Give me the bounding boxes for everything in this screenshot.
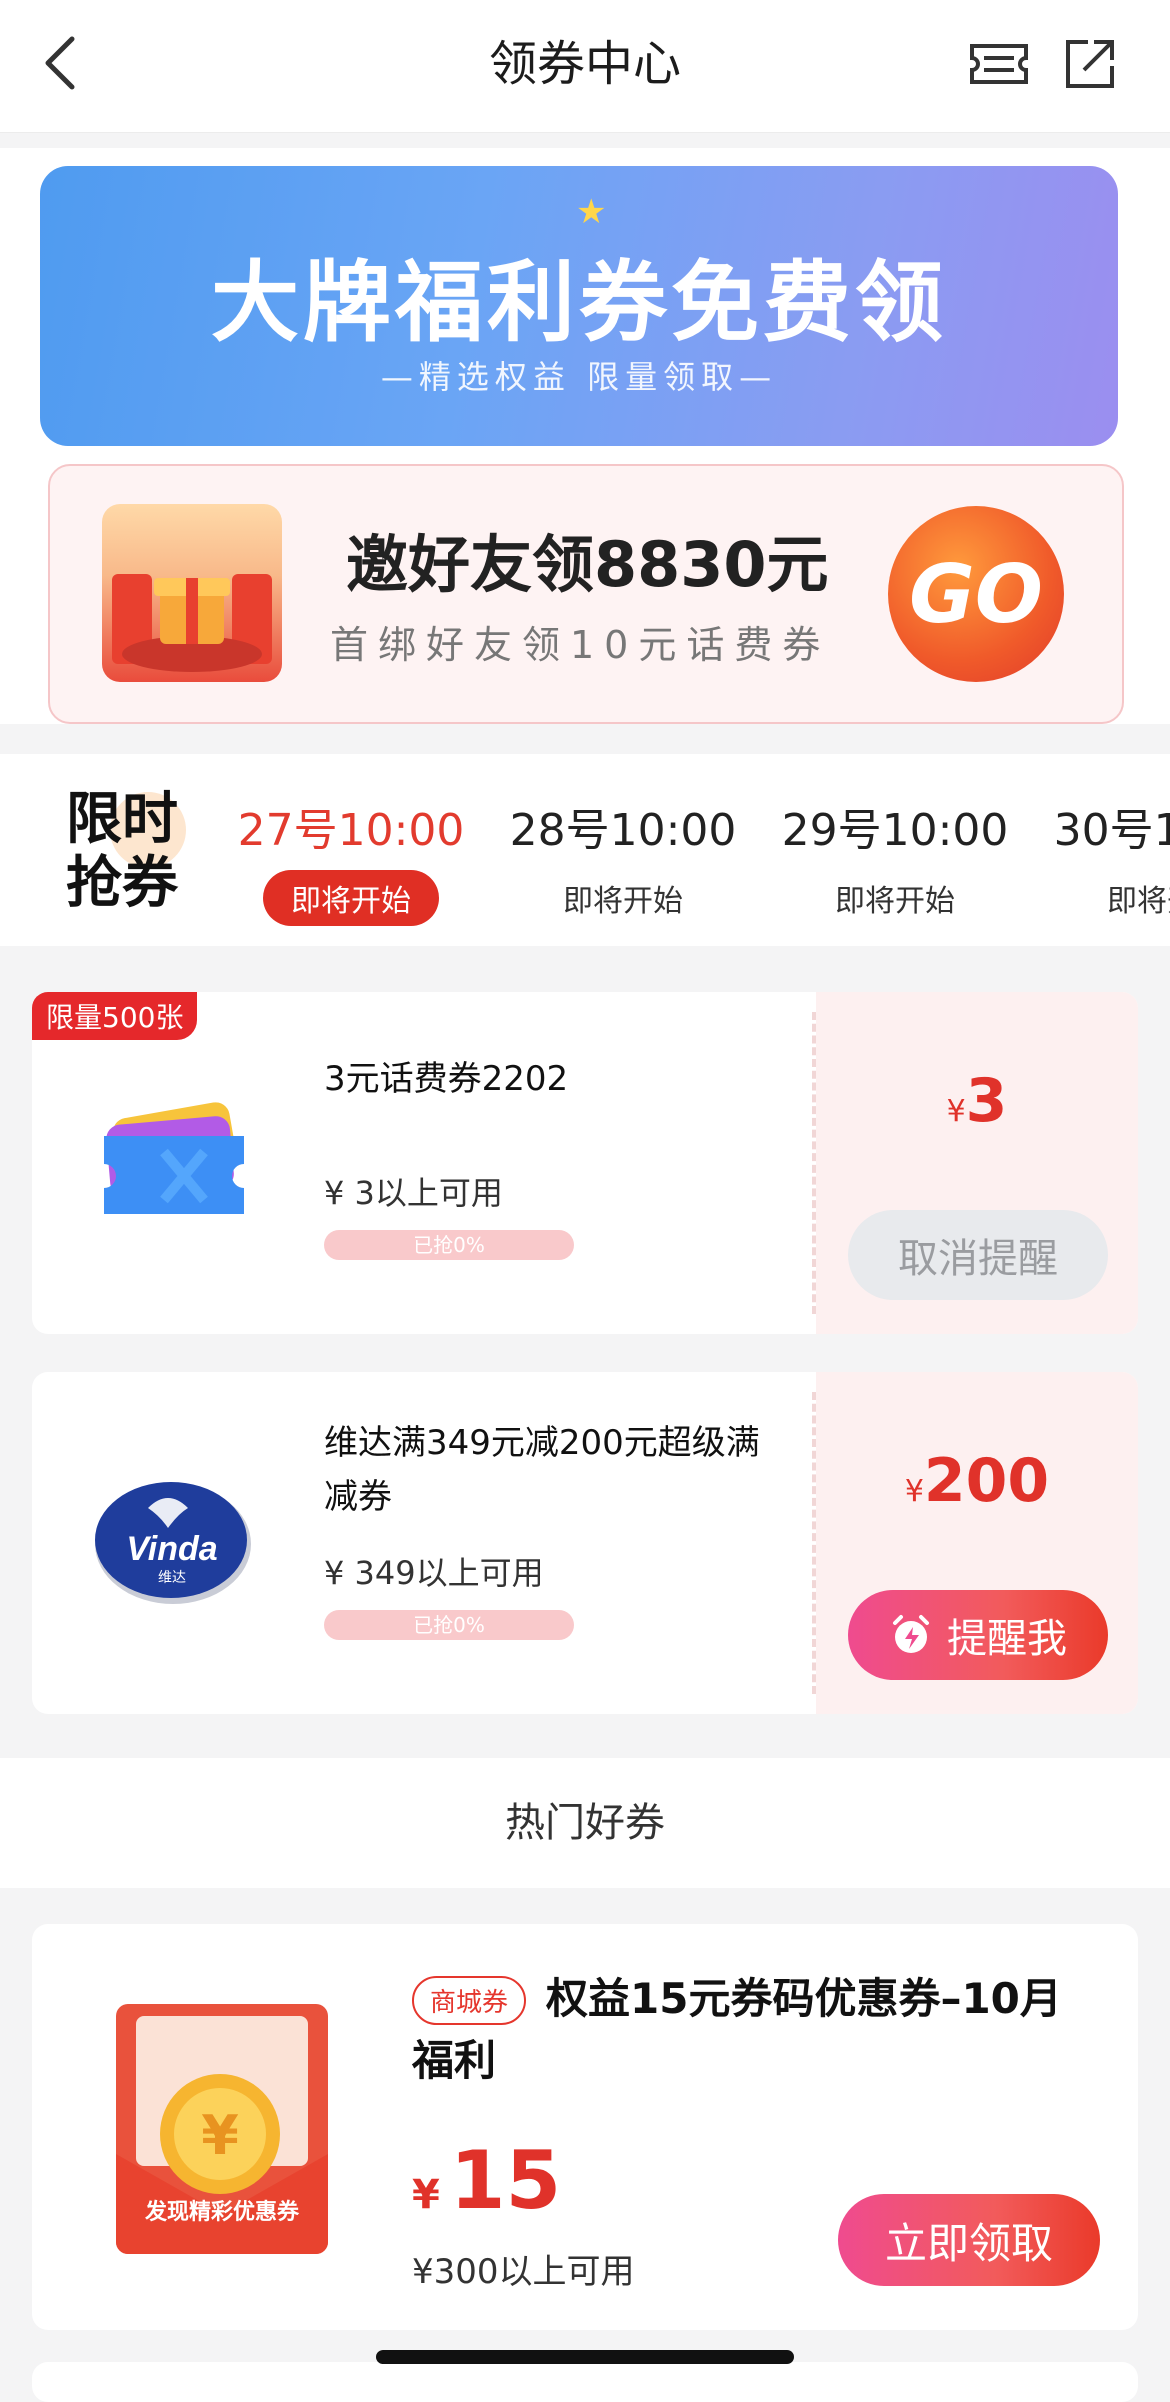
coupon-card: Vinda 维达 维达满349元减200元超级满减券 ¥ 349以上可用 已抢0…	[32, 1372, 1138, 1714]
limited-tag: 限量500张	[32, 992, 198, 1040]
promo-banner[interactable]: ★ 大牌福利券免费领 —精选权益 限量领取—	[40, 166, 1118, 446]
remind-me-label: 提醒我	[947, 1616, 1067, 1662]
slot-state: 即将开始	[563, 884, 683, 919]
time-slot-28[interactable]: 28号10:00 即将开始	[498, 794, 748, 926]
claimed-progress: 已抢0%	[324, 1230, 574, 1260]
vinda-logo-text: Vinda	[126, 1530, 217, 1568]
amount-value: 200	[923, 1446, 1050, 1516]
hot-section-title: 热门好券	[505, 1800, 665, 1846]
slot-time: 30号10:00	[1053, 805, 1170, 856]
coupon-name: 维达满349元减200元超级满减券	[324, 1423, 760, 1517]
currency-symbol: ¥	[946, 1094, 966, 1129]
coupon-card: 限量500张 3元话费券2202 ¥ 3以上可用 已抢0% ¥3 取消提醒	[32, 992, 1138, 1334]
svg-text:¥: ¥	[201, 2104, 239, 2167]
invite-friends-card[interactable]: 邀好友领8830元 首绑好友领10元话费券 GO	[48, 464, 1124, 724]
coupon-condition: ¥ 3以上可用	[324, 1174, 503, 1212]
hot-section-header: 热门好券	[0, 1758, 1170, 1888]
slot-time: 27号10:00	[237, 805, 465, 856]
share-button[interactable]	[1060, 34, 1120, 94]
invite-subtitle: 首绑好友领10元话费券	[330, 623, 831, 667]
time-slot-27[interactable]: 27号10:00 即将开始	[226, 794, 476, 926]
slot-state-badge: 即将开始	[263, 870, 439, 926]
coupon-name: 3元话费券2202	[324, 1059, 569, 1099]
coupon-divider	[812, 1392, 816, 1694]
home-indicator	[376, 2350, 794, 2364]
star-icon: ★	[576, 192, 607, 232]
mall-coupon-badge: 商城券	[412, 1976, 527, 2025]
next-coupon-card	[32, 2362, 1138, 2402]
hot-coupon-card: ¥ 发现精彩优惠券 权益15元券码优惠券–10月福利 商城券 ¥15 ¥300以…	[32, 1924, 1138, 2330]
go-button[interactable]: GO	[888, 506, 1064, 682]
alarm-clock-icon	[893, 1615, 929, 1653]
hot-coupon-condition: ¥300以上可用	[412, 2252, 635, 2292]
banner-subtitle: —精选权益 限量领取—	[380, 358, 778, 396]
hot-coupon-amount: ¥15	[412, 2134, 561, 2227]
coupon-amount: ¥200	[816, 1446, 1138, 1516]
envelope-label: 发现精彩优惠券	[144, 2200, 299, 2225]
ticket-card-icon	[94, 1080, 254, 1240]
top-nav-bar: 领券中心	[0, 0, 1170, 133]
slot-state: 即将开始	[835, 884, 955, 919]
vinda-logo-sub: 维达	[158, 1570, 186, 1586]
claimed-progress: 已抢0%	[324, 1610, 574, 1640]
flash-sale-bar: 限时抢券 27号10:00 即将开始 28号10:00 即将开始 29号10:0…	[0, 754, 1170, 946]
flash-sale-label: 限时抢券	[66, 787, 178, 916]
vinda-logo: Vinda 维达	[88, 1474, 258, 1614]
chevron-left-icon	[45, 36, 75, 90]
currency-symbol: ¥	[412, 2172, 440, 2218]
slot-time: 28号10:00	[509, 805, 737, 856]
currency-symbol: ¥	[904, 1474, 924, 1509]
claim-now-button[interactable]: 立即领取	[838, 2194, 1100, 2286]
amount-value: 15	[449, 2134, 562, 2227]
invite-title: 邀好友领8830元	[346, 528, 829, 601]
cancel-reminder-button[interactable]: 取消提醒	[848, 1210, 1108, 1300]
amount-value: 3	[965, 1066, 1008, 1136]
slot-time: 29号10:00	[781, 805, 1009, 856]
coupon-condition: ¥ 349以上可用	[324, 1554, 544, 1592]
coupon-envelope-image: ¥ 发现精彩优惠券	[116, 2004, 328, 2254]
coupon-divider	[812, 1012, 816, 1314]
ticket-icon	[970, 44, 1028, 84]
remind-me-button[interactable]: 提醒我	[848, 1590, 1108, 1680]
gift-box-image	[102, 504, 282, 682]
back-button[interactable]	[30, 28, 90, 98]
slot-state: 即将开始	[1107, 884, 1170, 919]
time-slot-30[interactable]: 30号10:00 即将开始	[1042, 794, 1170, 926]
my-coupons-button[interactable]	[966, 34, 1032, 94]
time-slot-29[interactable]: 29号10:00 即将开始	[770, 794, 1020, 926]
coupon-amount: ¥3	[816, 1066, 1138, 1136]
share-icon	[1066, 40, 1114, 88]
banner-title: 大牌福利券免费领	[210, 251, 947, 354]
